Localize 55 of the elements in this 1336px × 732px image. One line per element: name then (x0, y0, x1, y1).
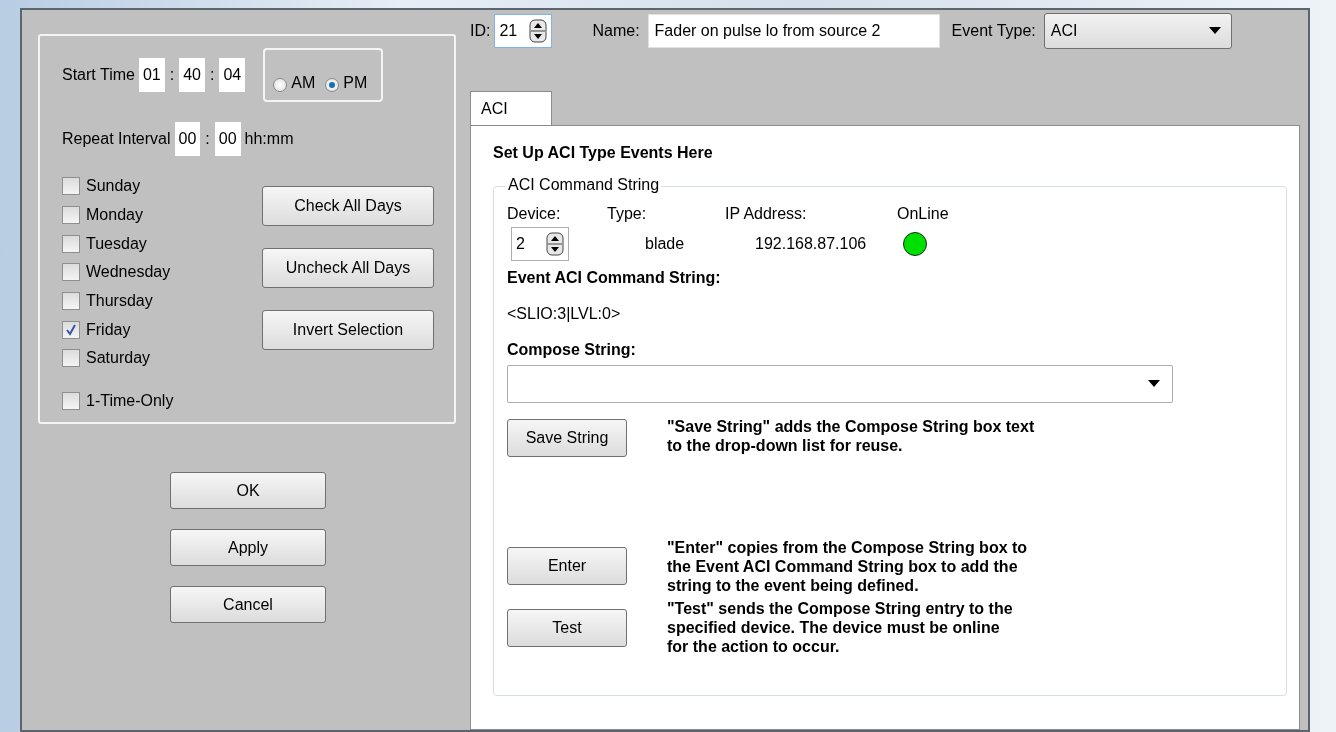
action-button[interactable]: Test (507, 608, 627, 647)
radio-label: AM (291, 74, 316, 92)
radio-label: PM (343, 74, 368, 92)
command-string: <SLIO:3|LVL:0> (507, 305, 622, 324)
action-description: "Enter" copies from the Compose String box to the Event ACI Command String box to add the string to the event being defined. (667, 537, 1028, 595)
unit-label: hh:mm (244, 130, 294, 148)
time-field[interactable]: 04 (219, 58, 246, 92)
checkbox-label: Wednesday (86, 263, 171, 282)
day-selection-button[interactable]: Check All Days (262, 186, 434, 226)
dropdown-value: ACI (1050, 21, 1078, 40)
day-selection-button[interactable]: Uncheck All Days (262, 248, 434, 288)
dialog-button[interactable]: Apply (170, 529, 326, 566)
tab[interactable]: ACI (470, 91, 552, 126)
dialog-button[interactable]: Cancel (170, 586, 326, 623)
checkbox-label: Friday (86, 320, 131, 339)
column-label: OnLine (897, 205, 949, 224)
day-selection-button[interactable]: Invert Selection (262, 310, 434, 350)
device-spinner[interactable]: 2 (511, 227, 569, 262)
id-spinner[interactable]: 21 (494, 13, 553, 48)
field-label: Event Type: (951, 21, 1036, 40)
event-type-dropdown[interactable]: ACI (1043, 12, 1232, 49)
field-label: Event ACI Command String: (507, 269, 722, 288)
checkbox-label: Sunday (86, 177, 141, 196)
field-label: Start Time (62, 66, 135, 84)
spinner-value: 2 (516, 235, 525, 254)
group-title: ACI Command String (506, 176, 662, 195)
ip-address: 192.168.87.106 (755, 235, 868, 254)
device-type: blade (645, 235, 686, 254)
name-field[interactable]: Fader on pulse lo from source 2 (647, 13, 940, 48)
time-field[interactable]: 00 (214, 122, 241, 156)
action-description: "Save String" adds the Compose String box text to the drop-down list for reuse. (667, 417, 1035, 456)
time-separator: : (205, 130, 210, 148)
checkbox-label: Thursday (86, 292, 153, 311)
action-description: "Test" sends the Compose String entry to the specified device. The device must be online for the action to occur. (667, 599, 1013, 657)
field-label: Compose String: (507, 341, 637, 360)
time-field[interactable]: 00 (174, 122, 201, 156)
field-label: Repeat Interval (62, 130, 171, 148)
time-field[interactable]: 40 (179, 58, 205, 92)
time-separator: : (209, 66, 215, 84)
column-label: Type: (607, 205, 648, 224)
dialog-button[interactable]: OK (170, 472, 326, 509)
checkbox-label: Tuesday (86, 234, 147, 253)
checkbox-label: Saturday (86, 349, 151, 368)
action-button[interactable]: Save String (507, 419, 627, 458)
column-label: IP Address: (725, 205, 808, 224)
field-label: Name: (592, 21, 640, 40)
checkbox-label: 1-Time-Only (86, 391, 174, 410)
spinner-value: 21 (499, 21, 518, 40)
time-separator: : (169, 66, 175, 84)
action-button[interactable]: Enter (507, 547, 627, 586)
field-label: ID: (470, 21, 491, 40)
panel-heading: Set Up ACI Type Events Here (493, 144, 714, 163)
checkbox-label: Monday (86, 206, 143, 225)
time-field[interactable]: 01 (138, 58, 165, 92)
column-label: Device: (507, 205, 562, 224)
